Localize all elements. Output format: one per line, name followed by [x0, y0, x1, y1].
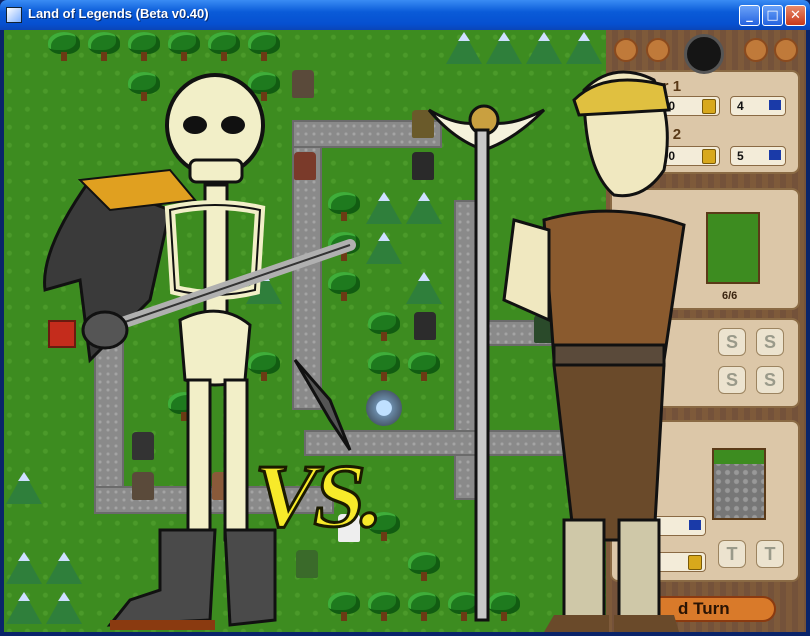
tree-icon	[46, 32, 82, 62]
mage-icon	[427, 70, 686, 632]
menu-icon[interactable]	[744, 38, 768, 62]
tree-icon	[366, 592, 402, 622]
skill-slot[interactable]: S	[718, 328, 746, 356]
window-title: Land of Legends (Beta v0.40)	[28, 6, 209, 21]
vs-text: VS.	[244, 446, 390, 548]
unit-portrait[interactable]	[706, 212, 760, 284]
mountain-icon	[366, 192, 402, 224]
game-client: yer 1 $28800 4 yer 2 $17900 5 6/6 S	[4, 30, 806, 632]
fountain-icon[interactable]	[366, 390, 402, 426]
player1-flags-value: 4	[737, 99, 744, 113]
skill-slot[interactable]: S	[756, 366, 784, 394]
tree-icon	[206, 32, 242, 62]
options-icon[interactable]	[774, 38, 798, 62]
title-bar[interactable]: Land of Legends (Beta v0.40) _ □ ✕	[0, 0, 810, 30]
skill-slot[interactable]: S	[718, 366, 746, 394]
player2-flags-value: 5	[737, 149, 744, 163]
flag-icon	[769, 100, 781, 110]
unit-hp: 6/6	[722, 290, 738, 302]
terrain-slot[interactable]: T	[756, 540, 784, 568]
flag-icon	[769, 150, 781, 160]
tree-icon	[366, 352, 402, 382]
tree-icon	[166, 32, 202, 62]
terrain-preview	[712, 448, 766, 520]
coin-icon	[702, 149, 716, 164]
coin-icon	[702, 99, 716, 114]
player1-flags: 4	[730, 96, 786, 116]
terrain-slot[interactable]: T	[718, 540, 746, 568]
skill-slot[interactable]: S	[756, 328, 784, 356]
mountain-icon	[366, 232, 402, 264]
minimize-button[interactable]: _	[739, 5, 760, 26]
app-icon	[6, 7, 22, 23]
player2-flags: 5	[730, 146, 786, 166]
close-game-icon[interactable]	[614, 38, 638, 62]
app-window: Land of Legends (Beta v0.40) _ □ ✕ 1 4 2…	[0, 0, 810, 636]
tree-icon	[246, 32, 282, 62]
tree-icon	[126, 32, 162, 62]
close-button[interactable]: ✕	[785, 5, 806, 26]
undo-icon[interactable]	[646, 38, 670, 62]
tree-icon	[86, 32, 122, 62]
maximize-button[interactable]: □	[762, 5, 783, 26]
tree-icon	[366, 312, 402, 342]
